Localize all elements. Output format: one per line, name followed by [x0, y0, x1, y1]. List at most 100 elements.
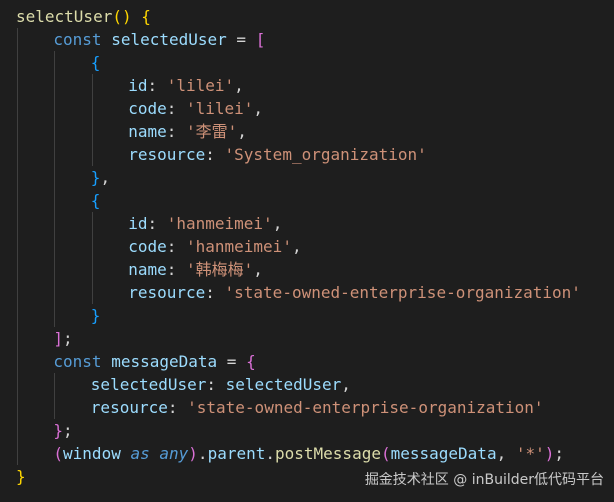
code-token: 'lilei'	[166, 76, 235, 95]
indent-guide	[17, 212, 18, 235]
code-line-content: },	[91, 166, 110, 189]
code-token: selectedUser	[225, 375, 342, 394]
code-line: };	[16, 419, 614, 442]
code-token: )	[188, 444, 198, 463]
indent-guide	[91, 212, 93, 235]
code-token: id	[128, 214, 148, 233]
code-token: )	[544, 444, 555, 463]
code-token: {	[246, 352, 256, 371]
code-token: }	[16, 467, 26, 486]
code-token: 'state-owned-enterprise-organization'	[187, 398, 544, 417]
code-line: },	[16, 166, 614, 189]
code-token: [	[255, 30, 266, 49]
code-token: :	[147, 76, 167, 95]
code-line: selectUser() {	[16, 5, 614, 28]
code-line: {	[16, 51, 614, 74]
indent-guide	[54, 74, 56, 97]
indent-guide	[17, 304, 18, 327]
code-token: ;	[63, 329, 73, 348]
code-line: code: 'lilei',	[16, 97, 614, 120]
indent-guide	[91, 74, 93, 97]
code-token: selectedUser	[90, 375, 207, 394]
code-line-content: code: 'lilei',	[128, 97, 263, 120]
code-token: '韩梅梅'	[185, 260, 254, 279]
code-token: 'hanmeimei'	[166, 214, 273, 233]
indent-guide	[17, 419, 18, 442]
indent-guide	[54, 396, 56, 419]
code-line-content: ];	[53, 327, 72, 350]
code-token: code	[128, 237, 167, 256]
code-token: id	[128, 76, 148, 95]
code-token: :	[206, 375, 226, 394]
indent-guide	[17, 373, 18, 396]
code-line-content: resource: 'state-owned-enterprise-organi…	[91, 396, 544, 419]
code-token: .	[197, 444, 208, 463]
indent-guide	[17, 350, 18, 373]
indent-guide	[17, 235, 18, 258]
code-token: parent	[207, 444, 266, 463]
code-token: ,	[100, 168, 111, 187]
code-editor: selectUser() {const selectedUser = [{id:…	[0, 0, 614, 502]
indent-guide	[54, 373, 56, 396]
indent-guide	[17, 442, 18, 465]
code-token: code	[128, 99, 167, 118]
code-token: .	[265, 444, 275, 463]
code-line-content: const selectedUser = [	[53, 28, 265, 51]
code-line-content: name: '韩梅梅',	[128, 258, 263, 281]
code-line: ];	[16, 327, 614, 350]
indent-guide	[91, 120, 93, 143]
code-token: ;	[554, 444, 565, 463]
code-token: ,	[253, 99, 264, 118]
code-token: :	[166, 260, 186, 279]
code-line-content: id: 'lilei',	[128, 74, 244, 97]
code-token: ,	[234, 76, 244, 95]
code-line: id: 'hanmeimei',	[16, 212, 614, 235]
code-token: =	[217, 352, 247, 371]
code-line-content: }	[91, 304, 101, 327]
code-line-content: selectUser() {	[16, 5, 151, 28]
code-token: ,	[253, 260, 263, 279]
code-line-content: const messageData = {	[53, 350, 255, 373]
code-token: messageData	[111, 352, 218, 371]
code-line: code: 'hanmeimei',	[16, 235, 614, 258]
indent-guide	[54, 120, 56, 143]
code-token: 'state-owned-enterprise-organization'	[224, 283, 581, 302]
code-token: 'hanmeimei'	[185, 237, 292, 256]
code-line-content: {	[91, 51, 101, 74]
indent-guide	[54, 304, 56, 327]
indent-guide	[17, 143, 18, 166]
code-token: :	[205, 145, 225, 164]
code-token: const	[53, 352, 102, 371]
code-line: resource: 'state-owned-enterprise-organi…	[16, 396, 614, 419]
code-line-content: };	[53, 419, 72, 442]
code-block: selectUser() {const selectedUser = [{id:…	[16, 5, 614, 488]
code-token: ,	[237, 122, 247, 141]
code-token: 'lilei'	[185, 99, 254, 118]
code-token: resource	[128, 145, 206, 164]
code-token: }	[53, 421, 64, 440]
code-token: selectedUser	[111, 30, 227, 49]
indent-guide	[54, 166, 56, 189]
code-token: {	[141, 7, 151, 26]
code-line: {	[16, 189, 614, 212]
code-token: :	[166, 237, 186, 256]
code-token: '李雷'	[185, 122, 238, 141]
indent-guide	[91, 143, 93, 166]
indent-guide	[17, 51, 18, 74]
code-token: :	[147, 214, 167, 233]
code-token: const	[53, 30, 102, 49]
indent-guide	[17, 258, 18, 281]
code-token: messageData	[390, 444, 497, 463]
code-token: ,	[291, 237, 302, 256]
indent-guide	[54, 97, 56, 120]
indent-guide	[54, 281, 56, 304]
indent-guide	[17, 166, 18, 189]
code-line-content: }	[16, 465, 26, 488]
watermark: 掘金技术社区 @ inBuilder低代码平台	[364, 472, 604, 488]
code-line-content: resource: 'System_organization'	[128, 143, 427, 166]
code-token: ;	[63, 421, 73, 440]
indent-guide	[54, 212, 56, 235]
